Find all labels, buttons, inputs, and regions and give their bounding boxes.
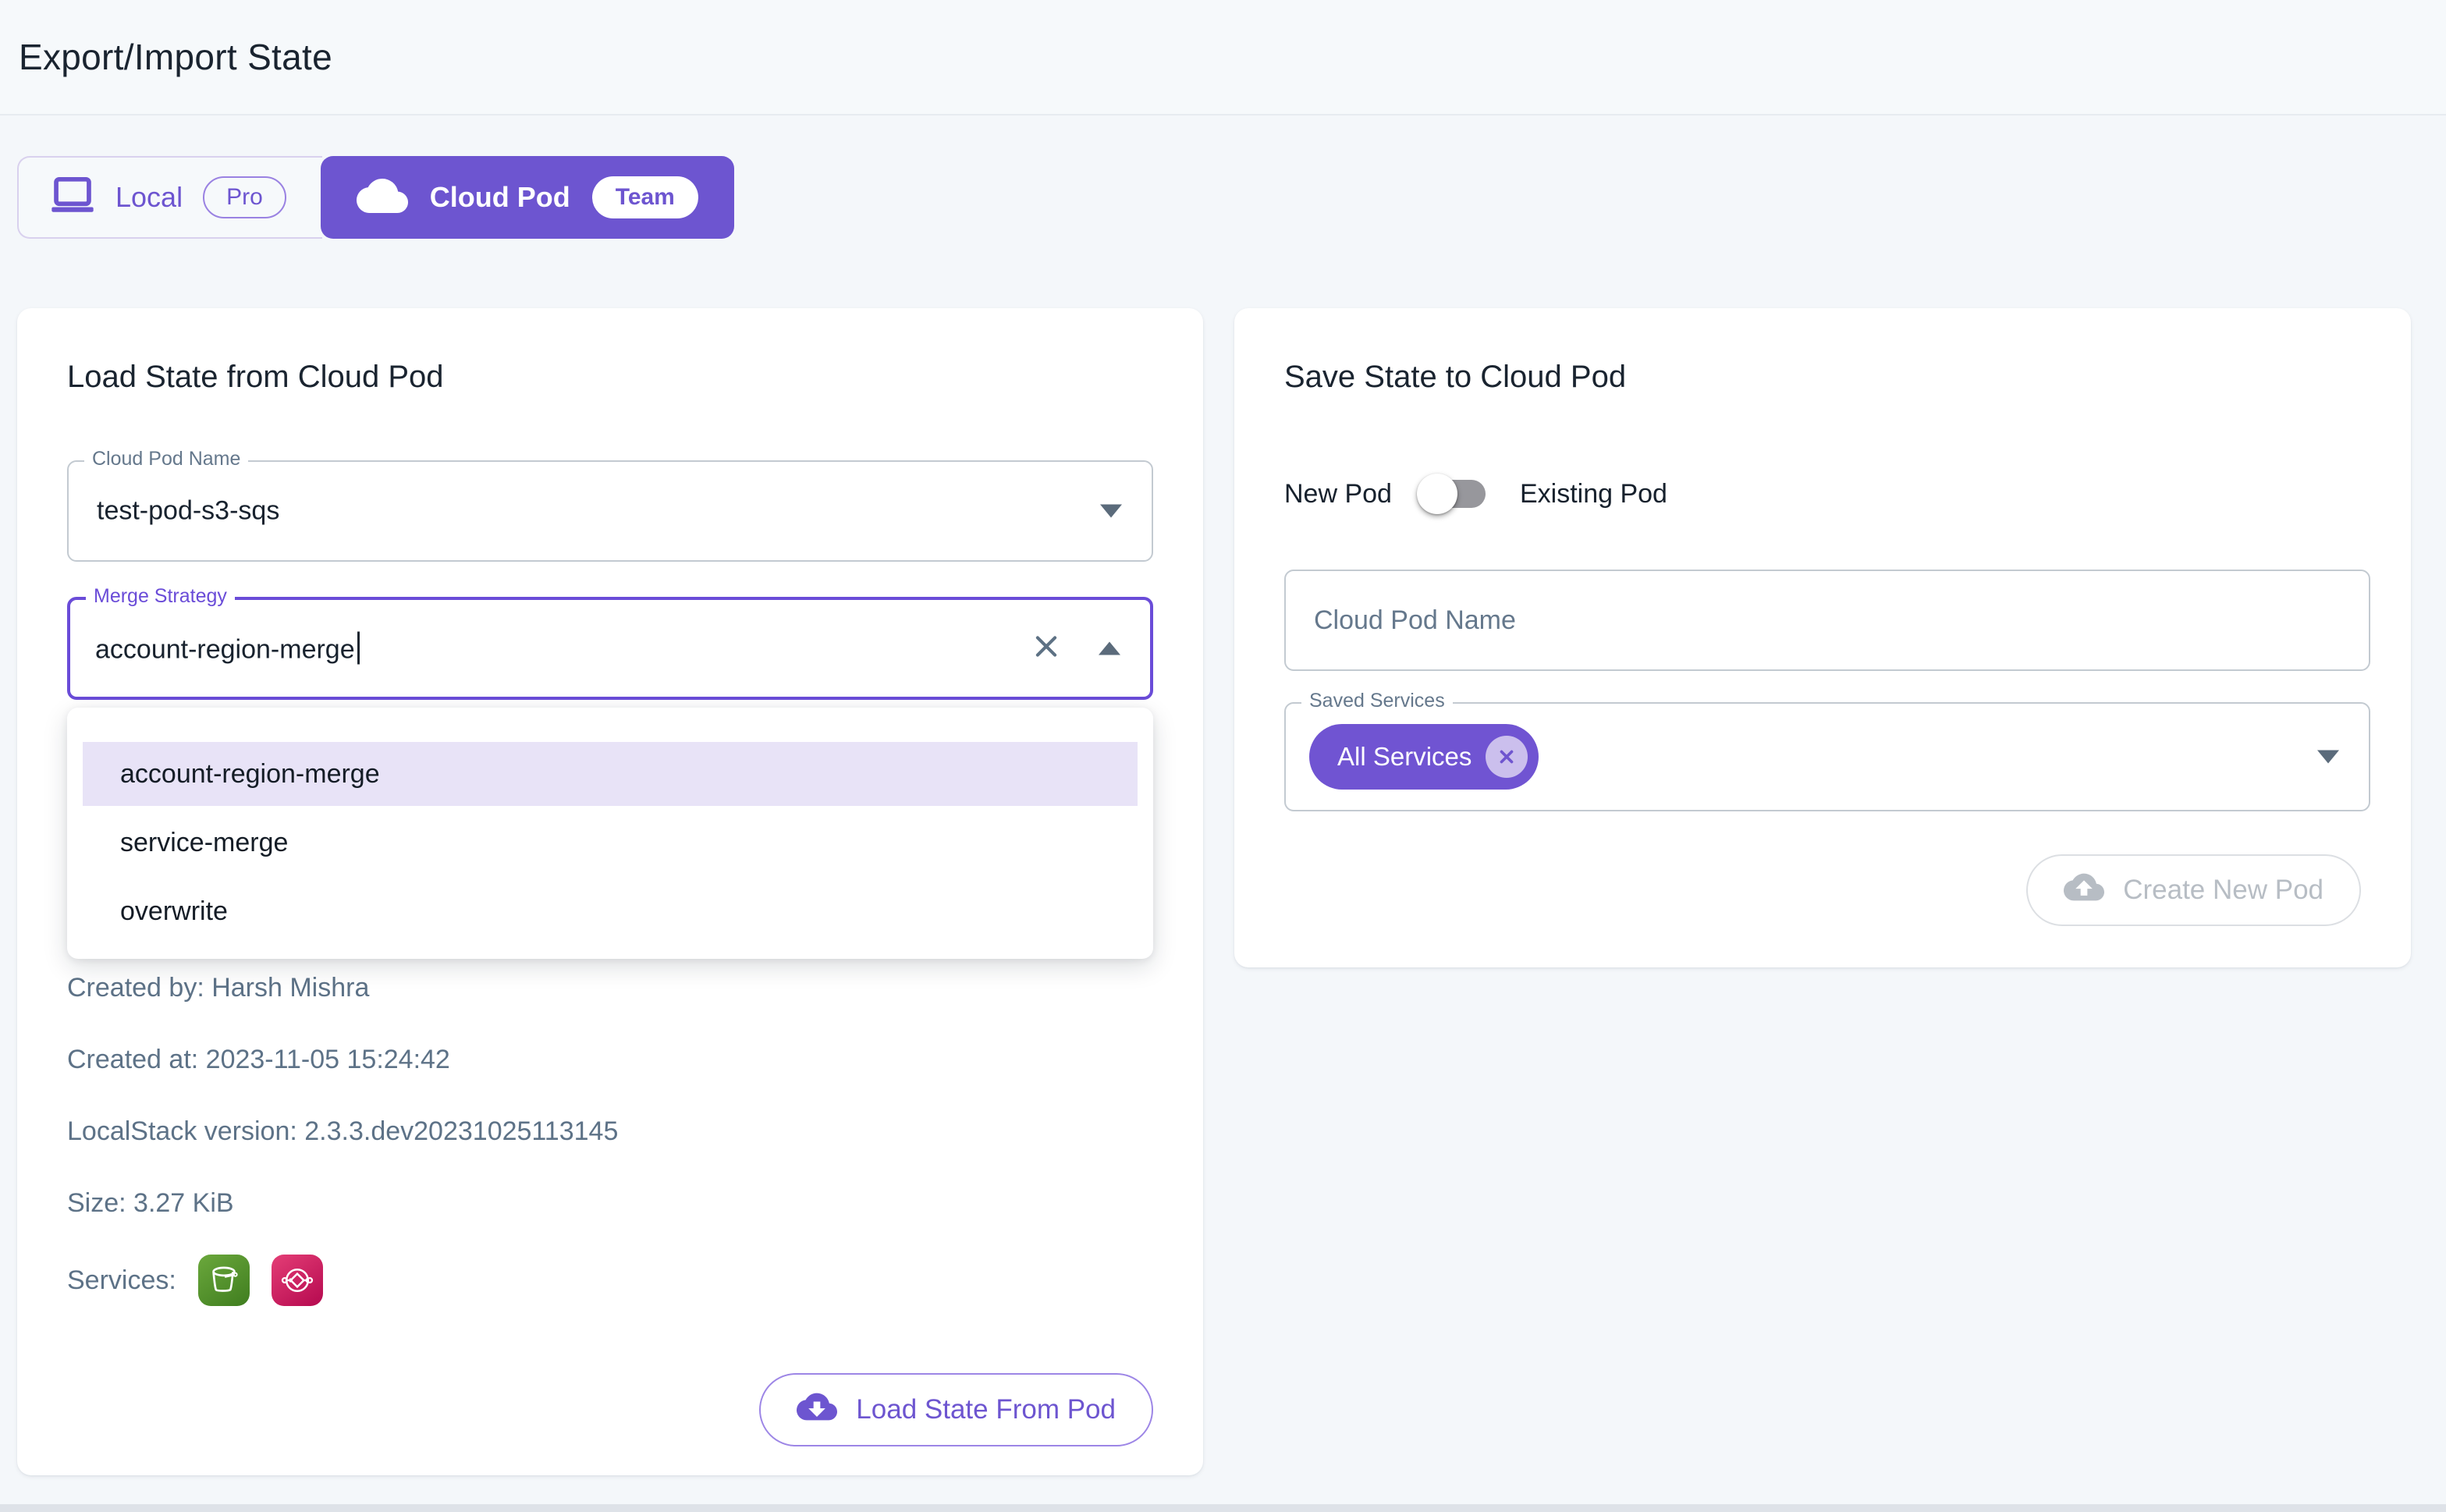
load-state-card: Load State from Cloud Pod Cloud Pod Name…	[17, 308, 1203, 1475]
load-button-label: Load State From Pod	[856, 1394, 1116, 1425]
clear-icon[interactable]	[1031, 632, 1061, 665]
horizontal-scrollbar[interactable]	[0, 1504, 2446, 1512]
merge-strategy-listbox: account-region-merge service-merge overw…	[67, 708, 1153, 959]
mode-tab-group: Local Pro Cloud Pod Team	[17, 156, 734, 239]
text-cursor	[357, 632, 360, 665]
cloud-download-icon	[797, 1391, 837, 1429]
option-service-merge[interactable]: service-merge	[83, 811, 1138, 875]
tab-local-label: Local	[115, 181, 183, 214]
saved-services-select[interactable]: Saved Services All Services	[1284, 702, 2370, 811]
services-label: Services:	[67, 1265, 176, 1296]
load-state-from-pod-button[interactable]: Load State From Pod	[759, 1373, 1153, 1446]
option-overwrite[interactable]: overwrite	[83, 879, 1138, 943]
team-badge: Team	[592, 176, 698, 218]
option-account-region-merge[interactable]: account-region-merge	[83, 742, 1138, 806]
cloud-upload-icon	[2064, 871, 2104, 910]
create-new-pod-button[interactable]: Create New Pod	[2026, 854, 2361, 926]
save-card-title: Save State to Cloud Pod	[1284, 360, 1626, 395]
tab-cloud-pod[interactable]: Cloud Pod Team	[321, 156, 734, 239]
existing-pod-label: Existing Pod	[1520, 479, 1667, 509]
s3-icon	[198, 1255, 250, 1306]
cloud-icon	[357, 178, 408, 218]
laptop-icon	[50, 176, 95, 219]
meta-created-at: Created at: 2023-11-05 15:24:42	[67, 1045, 450, 1075]
new-existing-pod-switch[interactable]	[1423, 474, 1489, 514]
chevron-down-icon[interactable]	[1100, 505, 1122, 518]
meta-created-by: Created by: Harsh Mishra	[67, 973, 369, 1003]
cloud-pod-name-label: Cloud Pod Name	[84, 448, 248, 470]
load-card-title: Load State from Cloud Pod	[67, 360, 444, 395]
new-pod-label: New Pod	[1284, 479, 1392, 509]
tab-cloud-pod-label: Cloud Pod	[430, 181, 570, 214]
chip-delete-icon[interactable]	[1486, 736, 1528, 778]
pro-badge: Pro	[203, 176, 286, 218]
switch-thumb[interactable]	[1417, 474, 1457, 514]
cloud-pod-name-select[interactable]: Cloud Pod Name test-pod-s3-sqs	[67, 460, 1153, 562]
pod-mode-toggle-row: New Pod Existing Pod	[1284, 470, 1667, 517]
merge-strategy-combobox[interactable]: Merge Strategy account-region-merge	[67, 597, 1153, 700]
merge-strategy-label: Merge Strategy	[86, 585, 235, 608]
tab-local[interactable]: Local Pro	[17, 156, 322, 239]
create-button-label: Create New Pod	[2123, 875, 2324, 906]
all-services-chip-label: All Services	[1337, 742, 1472, 772]
chevron-down-icon[interactable]	[2317, 751, 2339, 764]
all-services-chip[interactable]: All Services	[1309, 724, 1539, 790]
services-row: Services:	[67, 1254, 323, 1307]
page-header: Export/Import State	[0, 0, 2446, 115]
chevron-up-icon[interactable]	[1099, 642, 1120, 655]
saved-services-label: Saved Services	[1301, 690, 1453, 712]
cloud-pod-name-value: test-pod-s3-sqs	[97, 496, 279, 527]
page-title: Export/Import State	[19, 36, 332, 78]
meta-localstack-version: LocalStack version: 2.3.3.dev20231025113…	[67, 1116, 618, 1147]
merge-strategy-value: account-region-merge	[95, 632, 360, 665]
meta-size: Size: 3.27 KiB	[67, 1188, 234, 1219]
save-cloud-pod-name-input[interactable]	[1284, 570, 2370, 671]
save-state-card: Save State to Cloud Pod New Pod Existing…	[1234, 308, 2411, 967]
sqs-icon	[272, 1255, 323, 1306]
